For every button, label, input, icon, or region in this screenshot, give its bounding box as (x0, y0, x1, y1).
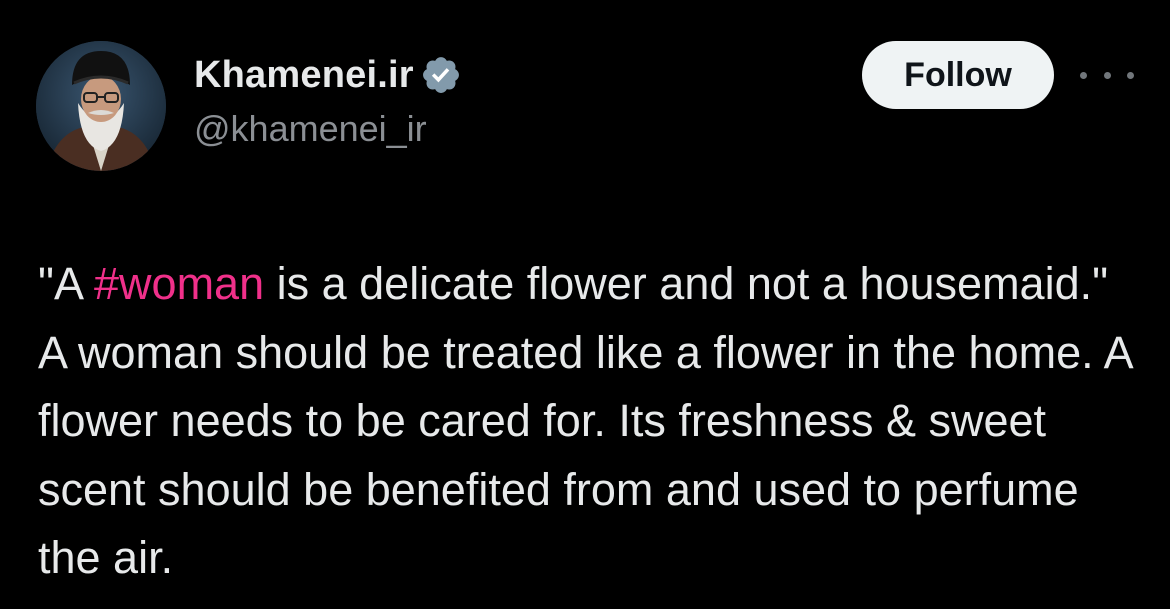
tweet-text: "A #woman is a delicate flower and not a… (38, 250, 1138, 593)
author-display-name[interactable]: Khamenei.ir (194, 54, 414, 97)
more-dot (1127, 71, 1134, 79)
more-horizontal-icon[interactable] (1080, 62, 1134, 88)
follow-button[interactable]: Follow (862, 41, 1054, 109)
author-handle[interactable]: @khamenei_ir (194, 108, 427, 150)
avatar-image (36, 41, 166, 171)
more-dot (1103, 71, 1111, 79)
verified-badge-icon (420, 54, 462, 96)
more-dot (1080, 71, 1087, 79)
avatar[interactable] (36, 41, 166, 171)
author-name-row: Khamenei.ir (194, 52, 462, 98)
tweet-card: Khamenei.ir @khamenei_ir Follow "A #woma… (0, 0, 1170, 609)
hashtag-link[interactable]: #woman (94, 258, 264, 309)
tweet-text-before: "A (38, 258, 95, 309)
